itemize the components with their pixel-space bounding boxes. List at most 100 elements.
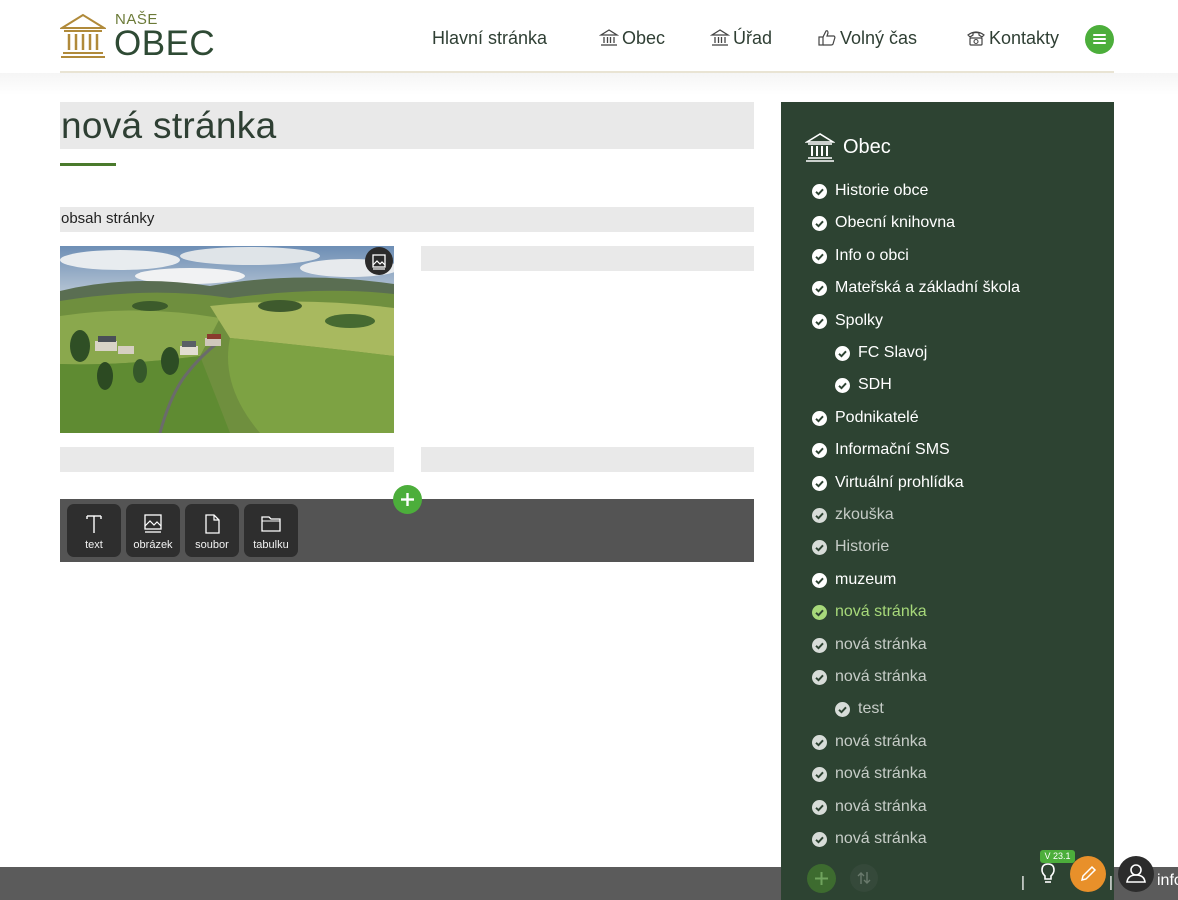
sidebar-item-label: Virtuální prohlídka — [835, 474, 964, 491]
content-text-field[interactable]: obsah stránky — [60, 207, 754, 232]
menu-bar — [1093, 42, 1106, 44]
sidebar-item[interactable]: Mateřská a základní škola — [812, 277, 1020, 299]
reorder-button[interactable] — [850, 864, 878, 892]
sidebar-item-label: nová stránka — [835, 798, 927, 815]
nav-urad[interactable]: Úřad — [710, 24, 772, 52]
sidebar-item[interactable]: nová stránka — [812, 666, 927, 688]
empty-text-field[interactable] — [421, 447, 754, 472]
add-block-button[interactable] — [393, 485, 422, 514]
sidebar-item[interactable]: Spolky — [812, 310, 883, 332]
sidebar-item-label: nová stránka — [835, 603, 927, 620]
sidebar-heading[interactable]: Obec — [805, 130, 891, 164]
sidebar-item[interactable]: Obecní knihovna — [812, 212, 955, 234]
sidebar-item[interactable]: nová stránka — [812, 634, 927, 656]
check-circle-icon — [812, 475, 827, 491]
menu-bar — [1093, 38, 1106, 40]
sidebar-item-label: nová stránka — [835, 830, 927, 847]
check-circle-icon — [812, 637, 827, 653]
check-circle-icon — [812, 799, 827, 815]
sidebar-item-label: Info o obci — [835, 247, 909, 264]
add-text-label: text — [85, 539, 103, 551]
sidebar-item-label: nová stránka — [835, 765, 927, 782]
check-circle-icon — [812, 766, 827, 782]
sidebar-item[interactable]: Informační SMS — [812, 439, 950, 461]
check-circle-icon — [835, 377, 850, 393]
logo-big-text: OBEC — [114, 24, 216, 63]
separator: | — [1021, 874, 1025, 891]
landscape-photo[interactable] — [60, 246, 394, 433]
user-account-button[interactable] — [1118, 856, 1154, 892]
sidebar-item[interactable]: zkouška — [812, 504, 894, 526]
title-underline — [60, 163, 116, 166]
sidebar-item[interactable]: nová stránka — [812, 763, 927, 785]
pencil-icon — [1080, 865, 1097, 882]
sidebar-item-label: FC Slavoj — [858, 344, 928, 361]
add-image-label: obrázek — [133, 539, 173, 551]
nav-kontakty[interactable]: Kontakty — [966, 24, 1059, 52]
edit-button[interactable] — [1070, 856, 1106, 892]
sidebar-item[interactable]: FC Slavoj — [835, 342, 927, 364]
lightbulb-icon — [1041, 863, 1055, 883]
check-circle-icon — [812, 248, 827, 264]
text-icon — [86, 515, 102, 533]
nav-label: Úřad — [733, 27, 773, 48]
check-circle-icon — [812, 313, 827, 329]
sidebar-item[interactable]: SDH — [835, 374, 892, 396]
add-table-button[interactable]: tabulku — [244, 504, 298, 557]
user-label[interactable]: info — [1157, 872, 1178, 890]
check-circle-icon — [812, 442, 827, 458]
tips-button[interactable] — [1036, 860, 1060, 886]
sidebar-item[interactable]: nová stránka — [812, 796, 927, 818]
user-icon — [1126, 864, 1146, 883]
nav-obec[interactable]: Obec — [599, 24, 665, 52]
nav-label: Hlavní stránka — [432, 27, 548, 48]
sidebar-item[interactable]: nová stránka — [812, 828, 927, 850]
menu-bar — [1093, 34, 1106, 36]
sidebar-item[interactable]: Podnikatelé — [812, 407, 919, 429]
sidebar-item[interactable]: Historie obce — [812, 180, 928, 202]
nav-label: Volný čas — [840, 27, 918, 48]
nav-volny-cas[interactable]: Volný čas — [817, 24, 917, 52]
sidebar-item[interactable]: nová stránka — [812, 731, 927, 753]
site-logo[interactable]: NAŠE OBEC — [60, 10, 230, 64]
sidebar-item-label: Podnikatelé — [835, 409, 919, 426]
image-caption-field[interactable] — [60, 447, 394, 472]
add-file-button[interactable]: soubor — [185, 504, 239, 557]
nav-label: Obec — [622, 27, 666, 48]
add-text-button[interactable]: text — [67, 504, 121, 557]
page-title-field[interactable]: nová stránka — [60, 102, 754, 149]
sidebar-item-label: nová stránka — [835, 668, 927, 685]
sidebar-item-label: nová stránka — [835, 636, 927, 653]
check-circle-icon — [812, 734, 827, 750]
sidebar-item-label: zkouška — [835, 506, 894, 523]
sidebar-item-label: Mateřská a základní škola — [835, 279, 1020, 296]
sidebar-item[interactable]: Virtuální prohlídka — [812, 472, 964, 494]
sidebar-item[interactable]: test — [835, 698, 884, 720]
check-circle-icon — [812, 410, 827, 426]
nav-hlavni-stranka[interactable]: Hlavní stránka — [432, 24, 547, 52]
add-page-button[interactable] — [807, 864, 836, 893]
sidebar-item[interactable]: Info o obci — [812, 245, 909, 267]
check-circle-icon — [835, 701, 850, 717]
image-settings-button[interactable] — [365, 247, 393, 275]
check-circle-icon — [812, 539, 827, 555]
sidebar-item-label: nová stránka — [835, 733, 927, 750]
empty-text-field[interactable] — [421, 246, 754, 271]
sidebar-item[interactable]: Historie — [812, 536, 889, 558]
add-file-label: soubor — [195, 539, 229, 551]
add-image-button[interactable]: obrázek — [126, 504, 180, 557]
building-icon — [599, 29, 619, 46]
page-title: nová stránka — [61, 105, 277, 146]
check-circle-icon — [812, 669, 827, 685]
image-icon — [372, 254, 386, 270]
separator: | — [1109, 874, 1113, 891]
header-shadow — [0, 73, 1178, 95]
sidebar-item-label: Spolky — [835, 312, 884, 329]
menu-toggle-button[interactable] — [1085, 25, 1114, 54]
sidebar-item-label: Obecní knihovna — [835, 214, 956, 231]
check-circle-icon — [812, 215, 827, 231]
sidebar-item[interactable]: muzeum — [812, 569, 896, 591]
sidebar-heading-label: Obec — [843, 135, 891, 158]
sidebar-item-label: Informační SMS — [835, 441, 950, 458]
sidebar-item[interactable]: nová stránka — [812, 601, 927, 623]
